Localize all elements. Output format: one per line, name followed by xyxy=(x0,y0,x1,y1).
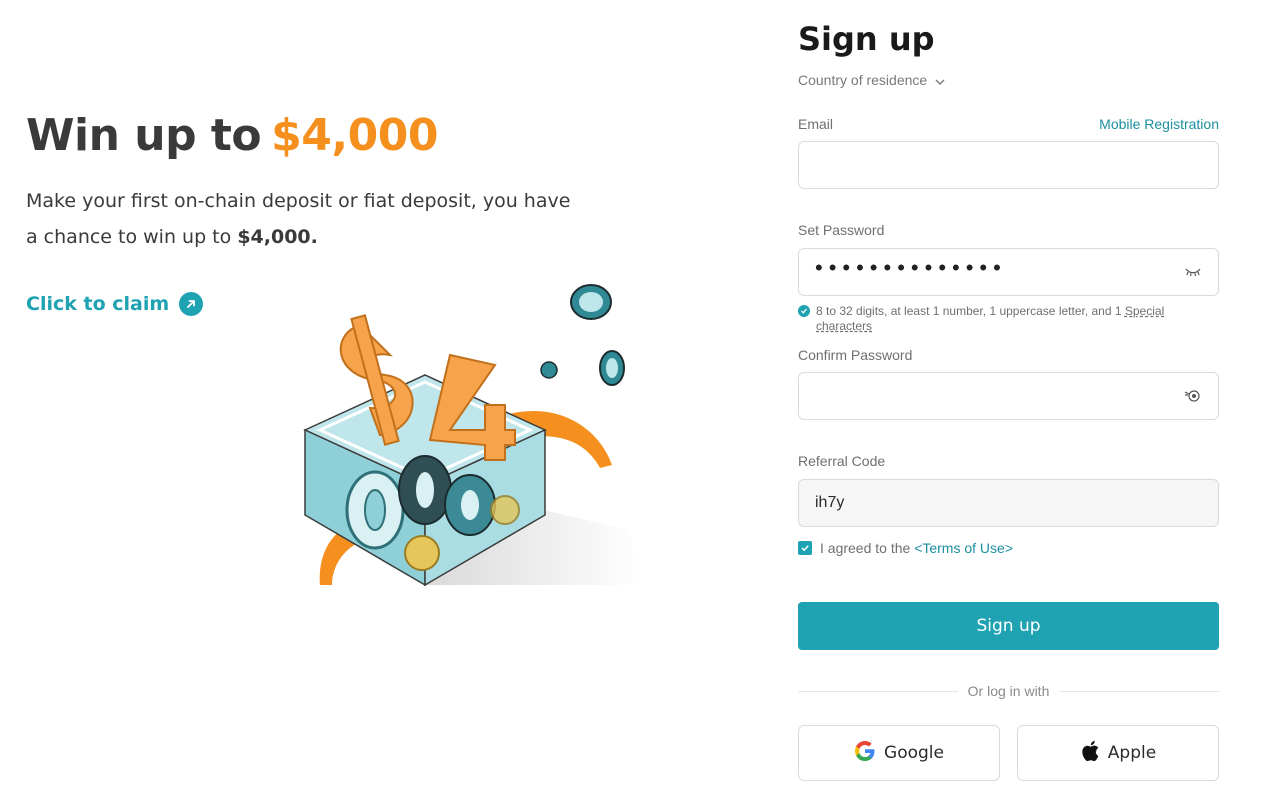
email-field-wrapper xyxy=(798,141,1219,189)
google-icon xyxy=(854,740,876,767)
divider-label: Or log in with xyxy=(967,683,1050,699)
page-title: Sign up xyxy=(798,20,935,58)
checkbox-checked-icon[interactable] xyxy=(798,541,812,555)
google-label: Google xyxy=(884,743,944,763)
password-hint-rules: 8 to 32 digits, at least 1 number, 1 upp… xyxy=(816,304,1125,318)
promo-section: Win up to $4,000 Make your first on-chain… xyxy=(26,110,646,255)
confirm-password-field-wrapper xyxy=(798,372,1219,420)
check-circle-icon xyxy=(798,305,810,317)
country-label: Country of residence xyxy=(798,72,928,88)
mobile-registration-link[interactable]: Mobile Registration xyxy=(1099,116,1219,132)
promo-title: Win up to $4,000 xyxy=(26,110,646,161)
terms-of-use-link[interactable]: <Terms of Use> xyxy=(914,540,1013,556)
promo-description-amount: $4,000. xyxy=(237,226,318,248)
promo-illustration xyxy=(300,280,640,595)
country-selector[interactable]: Country of residence xyxy=(798,72,945,88)
password-field[interactable]: •••••••••••••• xyxy=(798,248,1219,296)
email-label: Email xyxy=(798,116,834,132)
apple-login-button[interactable]: Apple xyxy=(1017,725,1219,781)
eye-icon[interactable] xyxy=(1184,387,1202,405)
eye-closed-icon[interactable] xyxy=(1184,263,1202,281)
promo-title-prefix: Win up to xyxy=(26,110,262,161)
promo-title-amount: $4,000 xyxy=(271,110,438,161)
sign-up-button[interactable]: Sign up xyxy=(798,602,1219,650)
apple-icon xyxy=(1080,740,1100,767)
password-hint-text: 8 to 32 digits, at least 1 number, 1 upp… xyxy=(816,304,1219,334)
social-login-divider: Or log in with xyxy=(798,683,1220,699)
divider-line-left xyxy=(798,690,958,692)
confirm-password-field[interactable] xyxy=(815,387,1184,405)
promo-description: Make your first on-chain deposit or fiat… xyxy=(26,183,586,255)
password-hint: 8 to 32 digits, at least 1 number, 1 upp… xyxy=(798,304,1219,334)
agree-prefix: I agreed to the xyxy=(820,540,915,556)
arrow-up-right-icon xyxy=(179,292,204,316)
agree-text: I agreed to the <Terms of Use> xyxy=(820,540,1013,556)
divider-line-right xyxy=(1059,690,1220,692)
apple-label: Apple xyxy=(1107,743,1157,763)
click-to-claim-link[interactable]: Click to claim xyxy=(26,292,204,316)
terms-agreement: I agreed to the <Terms of Use> xyxy=(798,540,1013,556)
password-label: Set Password xyxy=(798,222,885,238)
google-login-button[interactable]: Google xyxy=(798,725,1000,781)
password-value: •••••••••••••• xyxy=(815,255,1007,280)
confirm-password-label: Confirm Password xyxy=(798,347,913,363)
email-field[interactable] xyxy=(815,156,1202,174)
referral-code-field-wrapper xyxy=(798,479,1219,527)
claim-label: Click to claim xyxy=(26,293,170,315)
referral-code-label: Referral Code xyxy=(798,453,886,469)
chevron-down-icon xyxy=(935,72,945,88)
referral-code-field[interactable] xyxy=(815,494,1202,512)
